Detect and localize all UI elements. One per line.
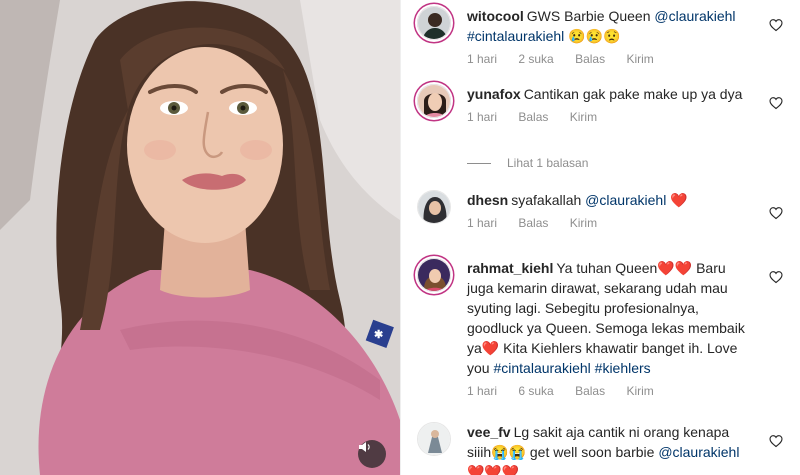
comment-emoji: ❤️❤️ bbox=[657, 260, 693, 276]
send-button[interactable]: Kirim bbox=[570, 110, 597, 124]
avatar-witocool bbox=[418, 7, 450, 39]
comment-body: rahmat_kiehl Ya tuhan Queen❤️❤️ Baru juga… bbox=[467, 258, 749, 400]
comment-time[interactable]: 1 hari bbox=[467, 52, 497, 66]
avatar-vee-fv bbox=[418, 423, 450, 455]
comment-text: GWS Barbie Queen bbox=[526, 8, 655, 24]
avatar-yunafox bbox=[418, 85, 450, 117]
reply-button[interactable]: Balas bbox=[518, 110, 548, 124]
comment-body: yunafox Cantikan gak pake make up ya dya … bbox=[467, 84, 749, 126]
avatar[interactable] bbox=[417, 6, 451, 40]
comment-mention[interactable]: @claurakiehl bbox=[654, 8, 735, 24]
avatar[interactable] bbox=[417, 190, 451, 224]
comment-time[interactable]: 1 hari bbox=[467, 216, 497, 230]
heart-icon[interactable] bbox=[769, 206, 783, 220]
avatar-rahmat-kiehl bbox=[418, 259, 450, 291]
likes-count[interactable]: 2 suka bbox=[518, 52, 553, 66]
send-button[interactable]: Kirim bbox=[570, 216, 597, 230]
comment-meta: 1 hari 2 suka Balas Kirim bbox=[467, 50, 749, 68]
comment-meta: 1 hari Balas Kirim bbox=[467, 108, 749, 126]
comment-text: Cantikan gak pake make up ya dya bbox=[523, 86, 743, 102]
avatar-dhesn bbox=[418, 191, 450, 223]
comment-emoji: 😢😢😟 bbox=[568, 28, 621, 44]
comment-time[interactable]: 1 hari bbox=[467, 384, 497, 398]
volume-icon bbox=[359, 442, 370, 452]
comment-text: syafakallah bbox=[511, 192, 586, 208]
comment-emoji: ❤️❤️❤️ bbox=[467, 464, 520, 475]
post-photo: ✱ bbox=[0, 0, 400, 475]
heart-icon[interactable] bbox=[769, 18, 783, 32]
selfie-illustration: ✱ bbox=[0, 0, 400, 475]
comment-username[interactable]: yunafox bbox=[467, 86, 521, 102]
comment-hashtag[interactable]: #cintalaurakiehl bbox=[493, 360, 590, 376]
comment-username[interactable]: dhesn bbox=[467, 192, 508, 208]
view-replies-button[interactable]: Lihat 1 balasan bbox=[467, 156, 588, 170]
svg-text:✱: ✱ bbox=[374, 329, 383, 341]
comment-username[interactable]: rahmat_kiehl bbox=[467, 260, 553, 276]
comment-time[interactable]: 1 hari bbox=[467, 110, 497, 124]
comment-text: get well soon barbie bbox=[526, 444, 659, 460]
heart-icon[interactable] bbox=[769, 434, 783, 448]
send-button[interactable]: Kirim bbox=[626, 52, 653, 66]
view-replies-label: Lihat 1 balasan bbox=[507, 156, 589, 170]
comment-emoji: 😭😭 bbox=[491, 444, 526, 460]
reply-button[interactable]: Balas bbox=[575, 384, 605, 398]
comment-hashtag[interactable]: #cintalaurakiehl bbox=[467, 28, 564, 44]
reply-button[interactable]: Balas bbox=[575, 52, 605, 66]
volume-button[interactable] bbox=[358, 440, 386, 468]
comment-hashtag[interactable]: #kiehlers bbox=[595, 360, 651, 376]
comment-mention[interactable]: @claurakiehl bbox=[658, 444, 739, 460]
send-button[interactable]: Kirim bbox=[626, 384, 653, 398]
comment-text: Ya tuhan Queen bbox=[556, 260, 658, 276]
avatar[interactable] bbox=[417, 422, 451, 456]
comment-body: vee_fv Lg sakit aja cantik ni orang kenap… bbox=[467, 422, 749, 475]
comment-body: witocool GWS Barbie Queen @claurakiehl #ci… bbox=[467, 6, 749, 68]
comment-body: dhesn syafakallah @claurakiehl ❤️ 1 hari … bbox=[467, 190, 749, 232]
heart-icon[interactable] bbox=[769, 96, 783, 110]
avatar[interactable] bbox=[417, 84, 451, 118]
comment-username[interactable]: vee_fv bbox=[467, 424, 511, 440]
replies-line bbox=[467, 162, 491, 164]
avatar[interactable] bbox=[417, 258, 451, 292]
comment-username[interactable]: witocool bbox=[467, 8, 524, 24]
comment-emoji: ❤️ bbox=[481, 340, 500, 356]
comment-meta: 1 hari Balas Kirim bbox=[467, 214, 749, 232]
comment-meta: 1 hari 6 suka Balas Kirim bbox=[467, 382, 749, 400]
comment-mention[interactable]: @claurakiehl bbox=[585, 192, 666, 208]
reply-button[interactable]: Balas bbox=[518, 216, 548, 230]
heart-icon[interactable] bbox=[769, 270, 783, 284]
likes-count[interactable]: 6 suka bbox=[518, 384, 553, 398]
comment-emoji: ❤️ bbox=[670, 192, 688, 208]
comments-list: witocool GWS Barbie Queen @claurakiehl #ci… bbox=[401, 0, 800, 475]
